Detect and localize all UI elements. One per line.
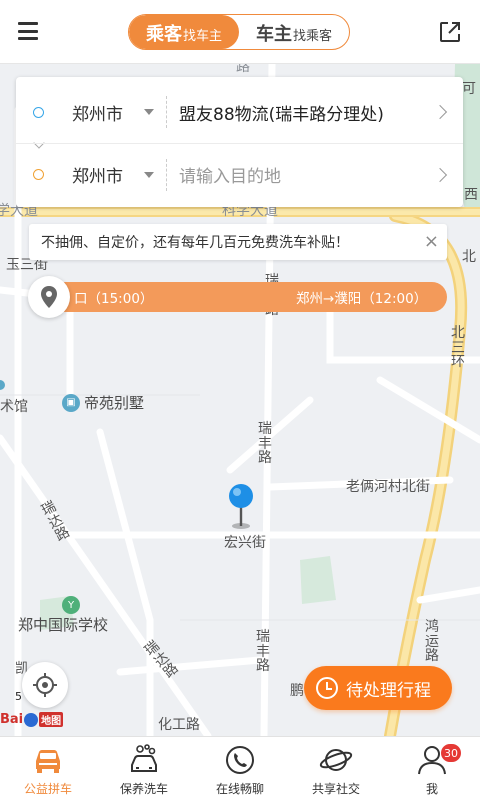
bottom-tab-bar: 公益拼车 保养洗车 在线畅聊 共享社交 30 我 xyxy=(0,736,480,800)
tab-passenger-sub: 找车主 xyxy=(182,29,222,44)
locate-me-button[interactable] xyxy=(22,662,68,708)
ticker-item[interactable]: 口（15:00） xyxy=(74,287,153,307)
poi-diyuan-villa-label: 帝苑别墅 xyxy=(84,394,145,412)
road-label-ruifeng-3: 瑞丰路 xyxy=(256,629,270,675)
menu-icon[interactable] xyxy=(18,22,38,40)
role-switch[interactable]: 乘客 找车主 车主 找乘客 xyxy=(128,14,350,50)
origin-dot-icon xyxy=(33,106,44,118)
destination-input[interactable]: 请输入目的地 xyxy=(179,162,281,187)
tab-me[interactable]: 30 我 xyxy=(384,737,480,800)
chevron-down-icon[interactable] xyxy=(144,109,154,115)
tab-social-label: 共享社交 xyxy=(311,782,360,796)
chevron-down-icon[interactable] xyxy=(144,171,154,178)
road-label-top-lu: 路 xyxy=(236,64,250,75)
trip-ticker[interactable]: 口（15:00） 郑州→濮阳（12:00） xyxy=(56,282,447,312)
destination-dot-icon xyxy=(33,169,44,180)
tab-car-wash-label: 保养洗车 xyxy=(119,782,168,796)
tab-carpool-label: 公益拼车 xyxy=(23,782,72,796)
notification-badge: 30 xyxy=(440,743,462,763)
ticker-item[interactable]: 郑州→濮阳（12:00） xyxy=(296,287,427,307)
road-label-jade: 玉三街 xyxy=(6,257,48,273)
tab-passenger[interactable]: 乘客 找车主 xyxy=(129,15,239,49)
map-scale: 5 xyxy=(15,690,22,703)
road-label-west-edge: 西 xyxy=(464,187,478,203)
planet-icon xyxy=(319,749,353,771)
tab-driver-main: 车主 xyxy=(255,24,292,45)
clock-icon xyxy=(316,677,338,699)
road-label-bottom-peng: 鹏 xyxy=(290,683,304,699)
road-label-hongyun: 鸿运路 xyxy=(425,619,439,665)
car-icon xyxy=(36,750,60,773)
tab-me-label: 我 xyxy=(425,782,438,796)
poi-zhengzhong-school-label: 郑中国际学校 xyxy=(18,616,109,634)
road-label-top-right: 可 xyxy=(462,81,476,97)
close-icon[interactable]: × xyxy=(424,231,439,252)
road-label-laoliang: 老俩河村北街 xyxy=(346,479,430,495)
location-pin-icon xyxy=(41,286,57,308)
origin-row[interactable]: 郑州市 盟友88物流(瑞丰路分理处) xyxy=(16,81,463,143)
car-wash-icon xyxy=(131,744,157,772)
tab-social[interactable]: 共享社交 xyxy=(288,737,384,800)
origin-city[interactable]: 郑州市 xyxy=(72,100,123,125)
tab-driver[interactable]: 车主 找乘客 xyxy=(239,15,349,49)
tab-chat[interactable]: 在线畅聊 xyxy=(192,737,288,800)
road-label-ruifeng-2: 瑞丰路 xyxy=(258,421,272,467)
destination-row[interactable]: 郑州市 请输入目的地 xyxy=(16,143,463,205)
pending-trips-label: 待处理行程 xyxy=(346,680,431,701)
destination-city[interactable]: 郑州市 xyxy=(72,162,123,187)
school-icon: Y xyxy=(62,596,80,614)
logo-suffix: 地图 xyxy=(39,712,64,727)
chevron-right-icon[interactable] xyxy=(432,167,448,182)
location-pin-button[interactable] xyxy=(28,276,70,318)
road-label-north-3-ring: 北三环 xyxy=(451,325,465,371)
tab-driver-sub: 找乘客 xyxy=(292,29,332,44)
road-label-hua: 化工路 xyxy=(158,717,200,733)
promo-notice-text: 不抽佣、自定价，还有每年几百元免费洗车补贴！ xyxy=(41,235,349,251)
share-icon[interactable] xyxy=(438,20,462,44)
logo-brand: Bai xyxy=(0,712,24,727)
origin-place[interactable]: 盟友88物流(瑞丰路分理处) xyxy=(179,100,384,125)
paw-icon xyxy=(24,712,39,727)
road-label-north-edge: 北 xyxy=(462,249,476,265)
road-label-hongxing: 宏兴街 xyxy=(224,535,266,551)
crosshair-icon xyxy=(33,673,57,697)
divider xyxy=(166,96,167,128)
route-card: 郑州市 盟友88物流(瑞丰路分理处) 郑州市 请输入目的地 xyxy=(16,77,463,207)
tab-carpool[interactable]: 公益拼车 xyxy=(0,737,96,800)
divider xyxy=(166,158,167,191)
poi-diyuan-villa[interactable]: ▣ 帝苑别墅 xyxy=(62,392,144,413)
promo-notice: 不抽佣、自定价，还有每年几百元免费洗车补贴！ × xyxy=(29,224,447,260)
top-bar: 乘客 找车主 车主 找乘客 xyxy=(0,0,480,64)
poi-art-hall: 术馆 xyxy=(0,399,28,415)
phone-icon xyxy=(226,746,254,774)
center-marker-icon[interactable] xyxy=(223,482,259,530)
tab-passenger-main: 乘客 xyxy=(145,24,182,45)
tab-car-wash[interactable]: 保养洗车 xyxy=(96,737,192,800)
poi-zhengzhong-school[interactable]: Y 郑中国际学校 xyxy=(18,596,108,635)
pending-trips-button[interactable]: 待处理行程 xyxy=(304,666,452,710)
tab-chat-label: 在线畅聊 xyxy=(215,782,264,796)
chevron-right-icon[interactable] xyxy=(432,104,448,120)
baidu-map-logo: Bai 地图 xyxy=(0,712,64,727)
building-icon: ▣ xyxy=(62,393,80,412)
